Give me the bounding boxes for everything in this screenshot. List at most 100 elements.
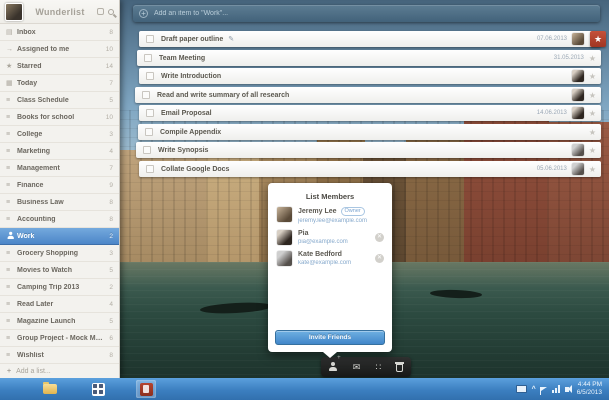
task-row-compile-appendix[interactable]: Compile Appendix ★ — [138, 124, 601, 140]
sidebar-item-label: Books for school — [17, 114, 103, 121]
assignee-avatar[interactable] — [572, 144, 584, 156]
add-list-button[interactable]: + Add a list... — [0, 364, 119, 378]
popup-title: List Members — [268, 183, 392, 201]
sidebar-item-inbox[interactable]: ▤ Inbox 8 — [0, 24, 119, 41]
task-row-write-introduction[interactable]: Write Introduction ★ — [139, 68, 601, 84]
user-avatar[interactable] — [5, 3, 23, 21]
task-row-team-meeting[interactable]: Team Meeting 31.05.2013 ★ — [137, 50, 601, 66]
star-icon[interactable]: ★ — [589, 165, 596, 174]
sidebar-item-today[interactable]: ▦ Today 7 — [0, 75, 119, 92]
star-icon[interactable]: ★ — [589, 72, 596, 81]
task-row-read-and-write-summary[interactable]: Read and write summary of all research ★ — [135, 87, 601, 103]
star-icon[interactable]: ★ — [589, 128, 596, 137]
checkbox-icon[interactable] — [145, 128, 153, 136]
list-icon: ≡ — [6, 216, 17, 223]
checkbox-icon[interactable] — [146, 35, 154, 43]
email-list-icon[interactable]: ✉ — [353, 362, 361, 373]
checkbox-icon[interactable] — [144, 54, 152, 62]
sidebar-item-starred[interactable]: ★ Starred 14 — [0, 58, 119, 75]
task-title: Compile Appendix — [160, 129, 221, 136]
sidebar: Wunderlist ▤ Inbox 8 → Assigned to me 10… — [0, 0, 120, 378]
assignee-avatar[interactable] — [572, 163, 584, 175]
member-email: pia@example.com — [298, 239, 375, 245]
sidebar-item-accounting[interactable]: ≡ Accounting 8 — [0, 211, 119, 228]
sidebar-item-count: 10 — [106, 114, 113, 121]
action-center-flag-icon[interactable] — [541, 387, 547, 391]
list-icon: ≡ — [6, 165, 17, 172]
sidebar-item-books-for-school[interactable]: ≡ Books for school 10 — [0, 109, 119, 126]
clock-time: 4:44 PM — [577, 381, 602, 389]
sidebar-item-count: 4 — [109, 148, 113, 155]
star-icon[interactable]: ★ — [589, 54, 596, 63]
sidebar-item-camping-trip-2013[interactable]: ≡ Camping Trip 2013 2 — [0, 279, 119, 296]
taskbar-clock[interactable]: 4:44 PM 6/5/2013 — [577, 381, 605, 397]
volume-icon[interactable] — [565, 387, 569, 392]
sidebar-item-count: 8 — [109, 352, 113, 359]
assignee-avatar[interactable] — [572, 70, 584, 82]
list-icon: ≡ — [6, 301, 17, 308]
sidebar-item-assigned-to-me[interactable]: → Assigned to me 10 — [0, 41, 119, 58]
list-icon: ≡ — [6, 182, 17, 189]
star-icon[interactable]: ★ — [589, 146, 596, 155]
task-row-write-synopsis[interactable]: Write Synopsis ★ — [136, 142, 601, 158]
star-icon[interactable]: ★ — [589, 91, 596, 100]
checkbox-icon[interactable] — [146, 109, 154, 117]
plus-icon: + — [7, 368, 11, 375]
list-icon: ≡ — [6, 250, 17, 257]
checkbox-icon[interactable] — [142, 91, 150, 99]
taskbar-wunderlist-button[interactable] — [136, 380, 156, 398]
add-item-bar: + — [133, 5, 600, 22]
add-item-input[interactable] — [154, 10, 594, 17]
task-row-email-proposal[interactable]: Email Proposal 14.06.2013 ★ — [139, 105, 601, 121]
tray-expand-icon[interactable]: ^ — [532, 386, 536, 393]
sidebar-item-college[interactable]: ≡ College 3 — [0, 126, 119, 143]
edit-pencil-icon[interactable]: ✎ — [228, 35, 234, 43]
sidebar-item-grocery-shopping[interactable]: ≡ Grocery Shopping 3 — [0, 245, 119, 262]
remove-member-icon[interactable]: ✕ — [375, 254, 384, 263]
task-row-draft-paper-outline[interactable]: Draft paper outline ✎ 07.06.2013 ★ — [139, 31, 601, 47]
sidebar-item-group-project[interactable]: ≡ Group Project - Mock Marke... 6 — [0, 330, 119, 347]
keyboard-tray-icon[interactable] — [516, 385, 527, 393]
assignee-avatar[interactable] — [572, 107, 584, 119]
sidebar-item-magazine-launch[interactable]: ≡ Magazine Launch 5 — [0, 313, 119, 330]
remove-member-icon[interactable]: ✕ — [375, 233, 384, 242]
sidebar-item-marketing[interactable]: ≡ Marketing 4 — [0, 143, 119, 160]
sidebar-item-work-selected[interactable]: Work 2 — [0, 228, 119, 245]
sidebar-item-wishlist[interactable]: ≡ Wishlist 8 — [0, 347, 119, 364]
checkbox-icon[interactable] — [146, 165, 154, 173]
network-signal-icon[interactable] — [552, 385, 560, 393]
sidebar-item-label: Starred — [17, 63, 103, 70]
add-member-icon — [329, 362, 338, 371]
checkbox-icon[interactable] — [146, 72, 154, 80]
checkbox-icon[interactable] — [143, 146, 151, 154]
starred-flag-icon[interactable]: ★ — [590, 31, 606, 47]
task-due-date: 14.06.2013 — [537, 110, 567, 116]
sidebar-item-finance[interactable]: ≡ Finance 9 — [0, 177, 119, 194]
star-icon[interactable]: ★ — [589, 109, 596, 118]
taskbar-app-button[interactable] — [88, 380, 108, 398]
sidebar-item-read-later[interactable]: ≡ Read Later 4 — [0, 296, 119, 313]
task-title: Write Introduction — [161, 73, 221, 80]
task-title: Read and write summary of all research — [157, 92, 289, 99]
task-title: Write Synopsis — [158, 147, 208, 154]
sidebar-item-class-schedule[interactable]: ≡ Class Schedule 5 — [0, 92, 119, 109]
list-icon: ≡ — [6, 352, 17, 359]
trash-icon[interactable] — [396, 364, 403, 372]
task-row-collate-google-docs[interactable]: Collate Google Docs 05.06.2013 ★ — [139, 161, 601, 177]
search-icon[interactable] — [108, 9, 114, 15]
task-title: Team Meeting — [159, 55, 205, 62]
invite-friends-button[interactable]: Invite Friends — [275, 330, 385, 345]
sort-icon[interactable]: ∷ — [375, 362, 381, 373]
sync-icon[interactable] — [97, 8, 104, 15]
assignee-avatar[interactable] — [572, 89, 584, 101]
taskbar-explorer-button[interactable] — [40, 380, 60, 398]
sidebar-item-count: 3 — [109, 250, 113, 257]
sidebar-item-business-law[interactable]: ≡ Business Law 8 — [0, 194, 119, 211]
assignee-avatar[interactable] — [572, 33, 584, 45]
sidebar-item-movies-to-watch[interactable]: ≡ Movies to Watch 5 — [0, 262, 119, 279]
action-bar: + ✉ ∷ — [321, 357, 411, 377]
sidebar-item-count: 10 — [106, 46, 113, 53]
share-list-button[interactable]: + — [329, 358, 338, 376]
sidebar-item-management[interactable]: ≡ Management 7 — [0, 160, 119, 177]
list-icon: ≡ — [6, 318, 17, 325]
